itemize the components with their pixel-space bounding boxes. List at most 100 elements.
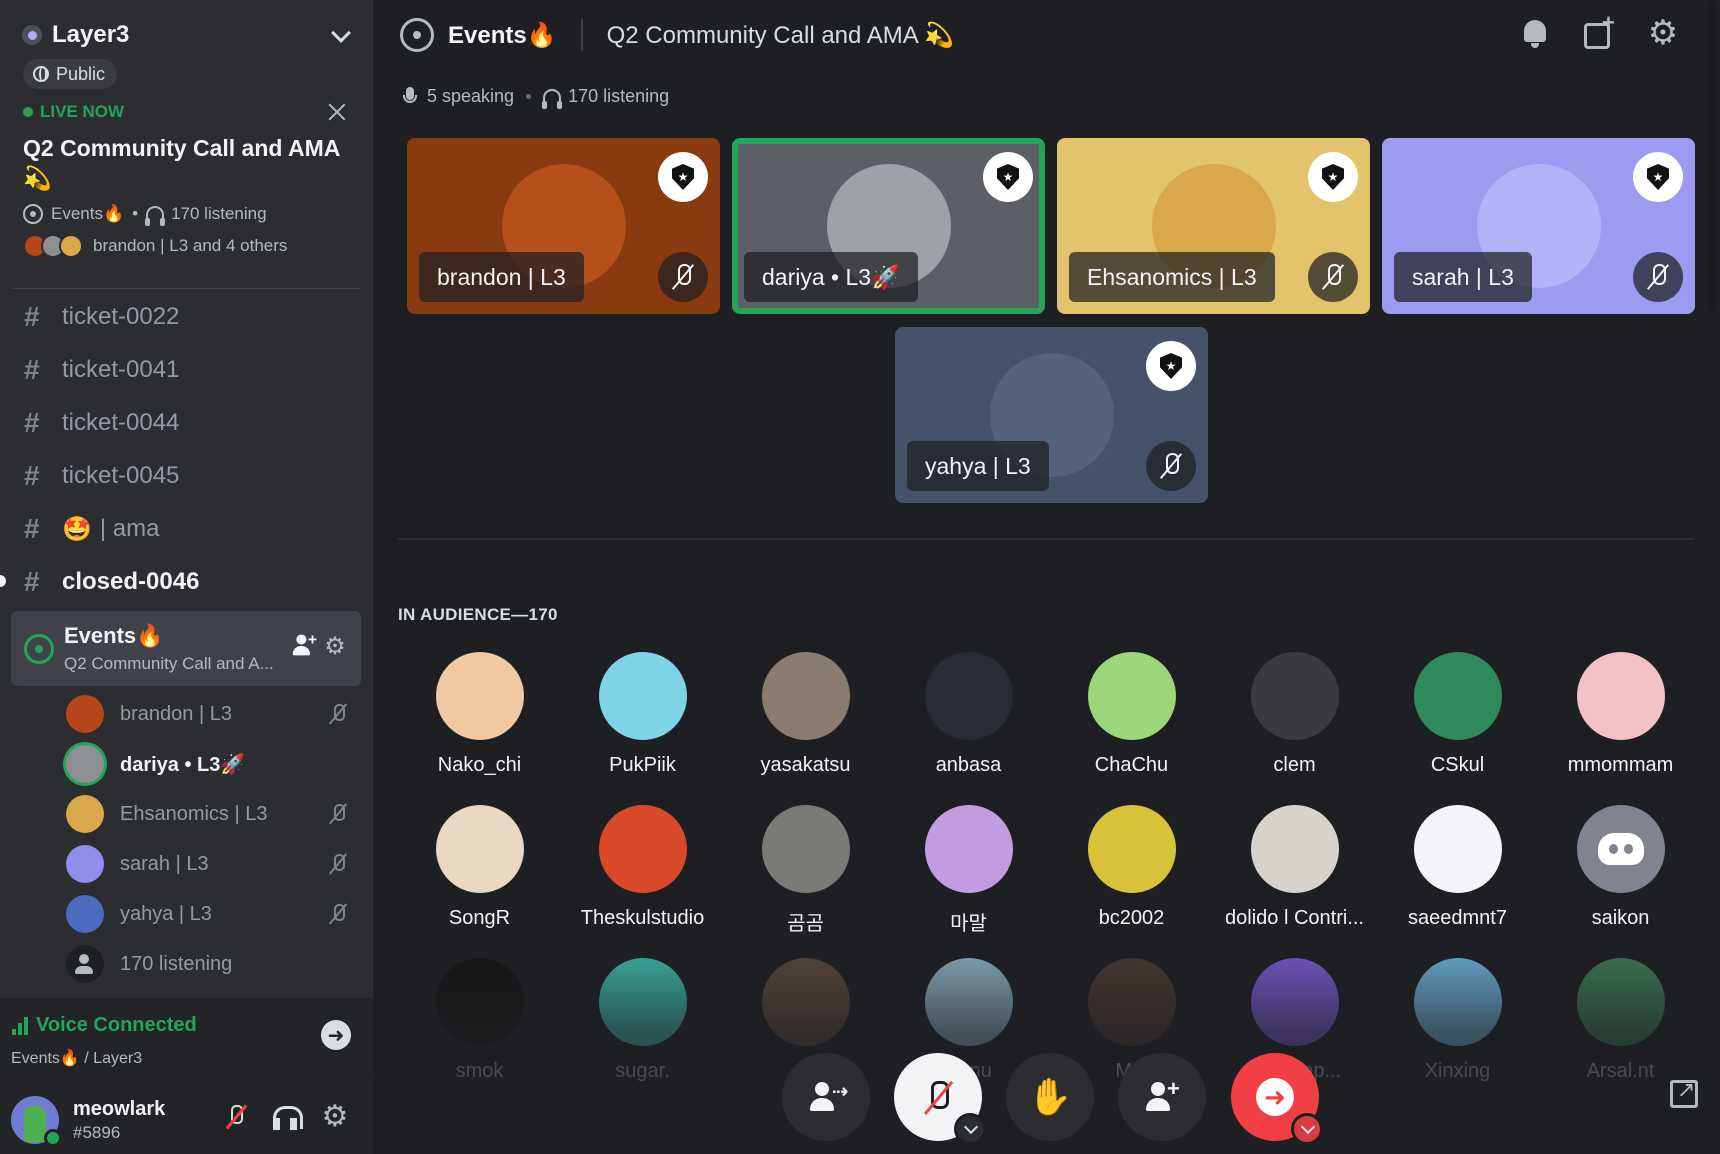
avatar — [1576, 652, 1665, 740]
channel-ticket-0022[interactable]: # ticket-0022 — [12, 294, 362, 340]
speaker-tile-brandon[interactable]: ★ brandon | L3 — [407, 138, 720, 314]
stage-member-dariya[interactable]: dariya • L3🚀 — [66, 744, 361, 784]
voice-location[interactable]: Events🔥 / Layer3 — [11, 1048, 142, 1068]
audience-member-name: saeedmnt7 — [1408, 907, 1507, 929]
audience-member[interactable]: sugar. — [561, 958, 724, 1098]
audience-member[interactable]: anbasa — [887, 652, 1050, 792]
raise-hand-button[interactable]: ✋ — [1006, 1053, 1094, 1141]
avatar — [761, 805, 850, 893]
channel-ama[interactable]: # 🤩 | ama — [12, 506, 362, 552]
close-icon[interactable] — [326, 101, 348, 123]
channel-name: ticket-0041 — [62, 356, 180, 383]
channel-ticket-0041[interactable]: # ticket-0041 — [12, 347, 362, 393]
avatar — [1087, 958, 1176, 1046]
audience-member[interactable]: yasakatsu — [724, 652, 887, 792]
server-header[interactable]: Layer3 — [22, 20, 352, 50]
gear-icon[interactable]: ⚙ — [1646, 16, 1680, 50]
audience-member[interactable]: 마말 — [887, 805, 1050, 945]
speaker-name: Ehsanomics | L3 — [1069, 252, 1275, 302]
speaker-name: dariya • L3🚀 — [744, 252, 918, 302]
audience-member[interactable]: dolido l Contri... — [1213, 805, 1376, 945]
speaker-name: yahya | L3 — [907, 441, 1049, 491]
chevron-down-icon[interactable] — [330, 24, 352, 46]
speaker-tile-dariya[interactable]: ★ dariya • L3🚀 — [732, 138, 1045, 314]
mic-muted-icon — [327, 703, 349, 725]
mic-muted-icon — [1308, 252, 1358, 302]
invite-icon[interactable]: + — [292, 631, 317, 656]
audience-member[interactable]: SongR — [398, 805, 561, 945]
avatar — [59, 234, 83, 258]
hash-icon: # — [24, 407, 40, 438]
unread-indicator — [0, 575, 6, 587]
audience-member-name: saikon — [1591, 907, 1650, 929]
channel-ticket-0045[interactable]: # ticket-0045 — [12, 453, 362, 499]
audience-member[interactable]: mmommam — [1539, 652, 1702, 792]
user-settings-gear-icon[interactable]: ⚙ — [320, 1102, 350, 1132]
audience-member[interactable]: 곰곰 — [724, 805, 887, 945]
stage-channel-events[interactable]: Events🔥 Q2 Community Call and A... + ⚙ — [11, 611, 361, 686]
bell-icon[interactable] — [1518, 16, 1552, 50]
audience-member-name: mmommam — [1567, 754, 1674, 776]
listening-count: 170 listening — [120, 952, 233, 975]
public-label: Public — [56, 63, 106, 84]
stage-member-brandon[interactable]: brandon | L3 — [66, 694, 361, 734]
unmute-button[interactable] — [894, 1053, 986, 1145]
audience-member[interactable]: saikon — [1539, 805, 1702, 945]
channel-closed-0046[interactable]: # closed-0046 — [12, 559, 362, 605]
avatar — [1250, 652, 1339, 740]
chevron-down-icon[interactable] — [1291, 1113, 1323, 1145]
voice-status[interactable]: Voice Connected — [12, 1014, 197, 1037]
stage-icon — [400, 18, 434, 52]
divider — [12, 288, 360, 289]
audience-member-name: yasakatsu — [760, 754, 851, 776]
mic-muted-icon — [1633, 252, 1683, 302]
user-tag: #5896 — [73, 1123, 121, 1142]
schedule-event-icon[interactable] — [1582, 10, 1616, 50]
audience-member-name: SongR — [448, 907, 511, 929]
avatar — [66, 795, 104, 833]
avatar — [1413, 958, 1502, 1046]
audience-member-name: dolido l Contri... — [1225, 907, 1364, 929]
audience-member[interactable]: clem — [1213, 652, 1376, 792]
audience-member[interactable]: Nako_chi — [398, 652, 561, 792]
stage-member-ehsanomics[interactable]: Ehsanomics | L3 — [66, 794, 361, 834]
audience-member[interactable]: Theskulstudio — [561, 805, 724, 945]
member-name: brandon | L3 — [120, 702, 232, 725]
server-name: Layer3 — [52, 21, 130, 48]
gear-icon[interactable]: ⚙ — [321, 633, 349, 661]
audience-member[interactable]: smok — [398, 958, 561, 1098]
live-event-title[interactable]: Q2 Community Call and AMA 💫 — [23, 133, 353, 193]
audience-member[interactable]: saeedmnt7 — [1376, 805, 1539, 945]
move-to-audience-button[interactable]: ⇢ — [782, 1053, 870, 1141]
audience-member[interactable]: PukPiik — [561, 652, 724, 792]
channel-ticket-0044[interactable]: # ticket-0044 — [12, 400, 362, 446]
audience-member[interactable]: bc2002 — [1050, 805, 1213, 945]
speaker-tile-ehsanomics[interactable]: ★ Ehsanomics | L3 — [1057, 138, 1370, 314]
speaker-tile-sarah[interactable]: ★ sarah | L3 — [1382, 138, 1695, 314]
speaker-tile-yahya[interactable]: ★ yahya | L3 — [895, 327, 1208, 503]
disconnect-button[interactable]: ➜ — [321, 1020, 351, 1050]
avatar — [435, 805, 524, 893]
listening-count-row[interactable]: 170 listening — [66, 944, 361, 984]
channel-name: closed-0046 — [62, 568, 200, 595]
avatar — [66, 895, 104, 933]
chevron-down-icon[interactable] — [954, 1113, 986, 1145]
leave-stage-button[interactable]: ➜ — [1231, 1053, 1323, 1145]
invite-button[interactable]: + — [1118, 1053, 1206, 1141]
audience-member[interactable]: CSkul — [1376, 652, 1539, 792]
headphones-button[interactable] — [270, 1102, 303, 1132]
member-name: dariya • L3🚀 — [120, 753, 246, 776]
mute-mic-button[interactable] — [221, 1102, 251, 1132]
audience-member[interactable]: Xinxing — [1376, 958, 1539, 1098]
stage-member-sarah[interactable]: sarah | L3 — [66, 844, 361, 884]
live-dot-icon — [23, 107, 33, 117]
avatar — [1087, 805, 1176, 893]
moderator-badge-icon: ★ — [1308, 152, 1358, 202]
scrollbar[interactable] — [1708, 0, 1716, 312]
audience-member[interactable]: ChaChu — [1050, 652, 1213, 792]
popout-icon[interactable] — [1670, 1077, 1698, 1108]
audience-header: IN AUDIENCE—170 — [398, 605, 558, 624]
stage-member-yahya[interactable]: yahya | L3 — [66, 894, 361, 934]
divider — [398, 538, 1694, 540]
audience-member-name: sugar. — [615, 1060, 670, 1082]
